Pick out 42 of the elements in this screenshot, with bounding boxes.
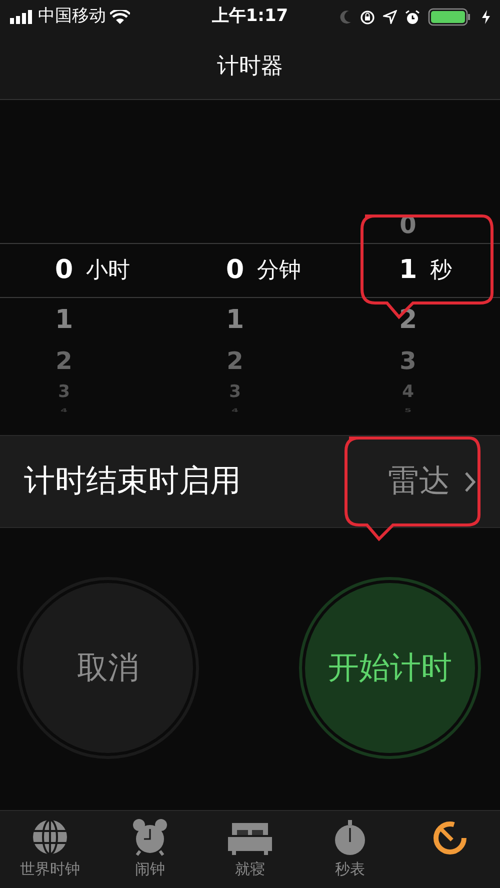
picker-selected-value[interactable]: 0 xyxy=(50,251,78,290)
picker-value[interactable]: 1 xyxy=(50,298,78,342)
start-button[interactable]: 开始计时 xyxy=(305,583,475,753)
cancel-button[interactable]: 取消 xyxy=(23,583,193,753)
picker-value[interactable]: 2 xyxy=(50,342,78,380)
picker-selected-value[interactable]: 0 xyxy=(221,251,249,290)
alarm-icon xyxy=(405,10,420,24)
status-time: 上午1:17 xyxy=(210,5,290,28)
tab-item[interactable]: 闹钟 xyxy=(100,811,200,888)
screen-title: 计时器 xyxy=(217,53,283,81)
tab-item[interactable]: 秒表 xyxy=(300,811,400,888)
setting-value: 雷达 xyxy=(388,462,450,502)
picker-unit: 分钟 xyxy=(257,257,301,285)
picker-value[interactable]: 2 xyxy=(221,342,249,380)
stopwatch-icon xyxy=(332,819,368,856)
signal-icon xyxy=(10,10,34,24)
tab-label: 闹钟 xyxy=(135,859,165,880)
moon-icon xyxy=(340,10,352,24)
tab-item[interactable]: 世界时钟 xyxy=(0,811,100,888)
alarm-clock-icon xyxy=(132,819,168,856)
tab-label: 秒表 xyxy=(335,859,365,880)
picker-unit: 秒 xyxy=(430,257,452,285)
tab-label: 就寝 xyxy=(235,859,265,880)
picker-value[interactable]: 1 xyxy=(221,298,249,342)
location-icon xyxy=(383,10,397,24)
picker-value[interactable]: 3 xyxy=(394,342,422,380)
timer-icon xyxy=(432,819,468,856)
picker-selected-value[interactable]: 1 xyxy=(394,251,422,290)
picker-value[interactable]: 4 xyxy=(394,380,422,404)
picker-value[interactable]: 3 xyxy=(50,380,78,404)
picker-unit: 小时 xyxy=(86,257,130,285)
carrier-name: 中国移动 xyxy=(38,5,106,28)
tab-label: 世界时钟 xyxy=(20,859,80,880)
chevron-icon xyxy=(464,470,476,492)
picker-value[interactable]: 3 xyxy=(221,380,249,404)
globe-icon xyxy=(32,819,68,856)
sound-setting-row[interactable]: 计时结束时启用 雷达 xyxy=(0,435,500,528)
wifi-icon xyxy=(110,10,130,24)
tab-item[interactable]: 就寝 xyxy=(200,811,300,888)
rotation-lock-icon xyxy=(360,10,375,24)
charging-icon xyxy=(482,10,490,24)
setting-label: 计时结束时启用 xyxy=(24,462,242,502)
